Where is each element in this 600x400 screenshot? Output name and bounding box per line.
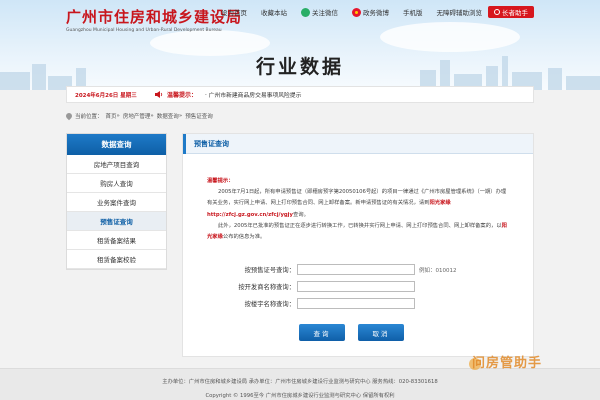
- site-footer: 主办单位：广州市住房和城乡建设局 承办单位：广州市住房城乡建设行业监测与研究中心…: [0, 368, 600, 400]
- logo-subtitle: Guangzhou Municipal Housing and Urban-Ru…: [66, 28, 222, 33]
- tips-title: 温馨提示：: [207, 178, 234, 184]
- breadcrumb-data-query[interactable]: 数据查询: [157, 112, 179, 120]
- tips-p2-text: 此外，2005年已批准的预售证正在逐步进行转换工作，已转换并实行网上申请、网上打…: [218, 222, 502, 229]
- form-buttons: 查询 取消: [299, 324, 404, 341]
- sunshine-home-link[interactable]: 阳光家缘: [429, 200, 450, 206]
- breadcrumb-real-estate[interactable]: 房地产管理: [123, 112, 151, 120]
- current-date: 2024年6月26日 星期三: [75, 92, 137, 99]
- breadcrumb-current: 预售证查询: [185, 114, 213, 120]
- panel-title: 预售证查询: [194, 139, 229, 148]
- elder-helper-label: 长者助手: [502, 9, 528, 17]
- site-logo[interactable]: 广州市住房和城乡建设局 Guangzhou Municipal Housing …: [66, 6, 242, 33]
- notice-bar: 2024年6月26日 星期三 温馨提示： · 广州市新建商品房交易事项风险提示: [66, 86, 534, 103]
- permit-row: 按预售证号查询： 例如：010012: [183, 261, 535, 278]
- panel-header-accent: [183, 133, 186, 154]
- elder-helper-button[interactable]: 长者助手: [488, 6, 534, 18]
- breadcrumb: 当前位置： 首页 » 房地产管理 » 数据查询 » 预售证查询: [64, 111, 216, 121]
- panel-header: 预售证查询: [183, 133, 533, 154]
- sidebar-header: 数据查询: [67, 134, 166, 155]
- add-favorite-link[interactable]: 收藏本站: [261, 6, 287, 18]
- tips-p1-text: 2005年7月1日起，所有申请预售证（即穗房预字第20050106号起）的项目一…: [207, 189, 507, 207]
- tips-paragraph-2: 此外，2005年已批准的预售证正在逐步进行转换工作，已转换并实行网上申请、网上打…: [207, 221, 511, 243]
- weibo-icon: [352, 7, 361, 17]
- permit-number-hint: 例如：010012: [419, 267, 457, 274]
- horn-icon: [155, 91, 163, 98]
- wechat-icon: [301, 7, 310, 17]
- breadcrumb-separator: »: [150, 113, 154, 119]
- cancel-button[interactable]: 取消: [358, 324, 404, 341]
- site-header: 广州市住房和城乡建设局 Guangzhou Municipal Housing …: [0, 0, 600, 90]
- footer-copyright: Copyright © 1996至今 广州市住房城乡建设行业监测与研究中心 保留…: [205, 393, 395, 399]
- query-form: 按预售证号查询： 例如：010012 按开发商名称查询： 按楼宇名称查询：: [183, 261, 535, 312]
- breadcrumb-separator: »: [178, 113, 183, 119]
- sidebar-item-case-query[interactable]: 业务案件查询: [67, 193, 166, 212]
- cloud-decoration: [380, 22, 520, 52]
- housing-assistant-watermark: 问房管助手: [472, 356, 543, 371]
- developer-name-label: 按开发商名称查询：: [238, 284, 295, 291]
- location-icon: [64, 111, 74, 121]
- sidebar-item-presale-permit[interactable]: 预售证查询: [67, 212, 166, 231]
- weibo-link[interactable]: 政务微博: [352, 6, 389, 18]
- developer-name-input[interactable]: [297, 281, 415, 292]
- permit-number-label: 按预售证号查询：: [244, 267, 295, 274]
- wechat-link[interactable]: 关注微信: [301, 6, 338, 18]
- search-button[interactable]: 查询: [299, 324, 345, 341]
- sunshine-home-url-link[interactable]: http://zfcj.gz.gov.cn/zfcj/ygjy: [207, 212, 293, 218]
- breadcrumb-home[interactable]: 首页: [106, 112, 117, 120]
- top-nav: 设为首页 收藏本站 关注微信 政务微博 手机版 无障碍辅助浏览 长者助手: [221, 6, 534, 18]
- notice-link[interactable]: · 广州市新建商品房交易事项风险提示: [205, 90, 301, 99]
- developer-row: 按开发商名称查询：: [183, 278, 535, 295]
- mobile-version-link[interactable]: 手机版: [403, 6, 423, 18]
- building-name-label: 按楼宇名称查询：: [244, 301, 295, 308]
- logo-title: 广州市住房和城乡建设局: [66, 8, 243, 26]
- breadcrumb-prefix: 当前位置：: [75, 114, 103, 120]
- wechat-label: 关注微信: [312, 9, 338, 17]
- footer-organizer: 主办单位：广州市住房和城乡建设局 承办单位：广州市住房城乡建设行业监测与研究中心…: [162, 379, 438, 385]
- tips-p2-end: 公布的信息为准。: [222, 234, 266, 241]
- main-panel: 预售证查询 温馨提示： 2005年7月1日起，所有申请预售证（即穗房预字第200…: [182, 133, 534, 357]
- sidebar-item-project-query[interactable]: 房地产项目查询: [67, 155, 166, 174]
- tips-paragraph-1: 2005年7月1日起，所有申请预售证（即穗房预字第20050106号起）的项目一…: [207, 187, 511, 221]
- page-title: 行业数据: [255, 56, 344, 78]
- sidebar-item-lease-result[interactable]: 租赁备案结果: [67, 231, 166, 250]
- tips-p1-end: 查询。: [292, 211, 309, 218]
- accessibility-link[interactable]: 无障碍辅助浏览: [437, 6, 483, 18]
- sidebar: 数据查询 房地产项目查询 购房人查询 业务案件查询 预售证查询 租赁备案结果 租…: [66, 133, 167, 270]
- weibo-label: 政务微博: [363, 9, 389, 17]
- notice-label: 温馨提示：: [167, 92, 198, 99]
- building-row: 按楼宇名称查询：: [183, 295, 535, 312]
- elder-icon: [494, 9, 500, 15]
- breadcrumb-separator: »: [116, 113, 120, 119]
- set-homepage-link[interactable]: 设为首页: [221, 6, 247, 18]
- sidebar-item-lease-verify[interactable]: 租赁备案校验: [67, 250, 166, 269]
- tips-text: 温馨提示： 2005年7月1日起，所有申请预售证（即穗房预字第20050106号…: [207, 176, 511, 243]
- permit-number-input[interactable]: [297, 264, 415, 275]
- building-name-input[interactable]: [297, 298, 415, 309]
- sidebar-item-buyer-query[interactable]: 购房人查询: [67, 174, 166, 193]
